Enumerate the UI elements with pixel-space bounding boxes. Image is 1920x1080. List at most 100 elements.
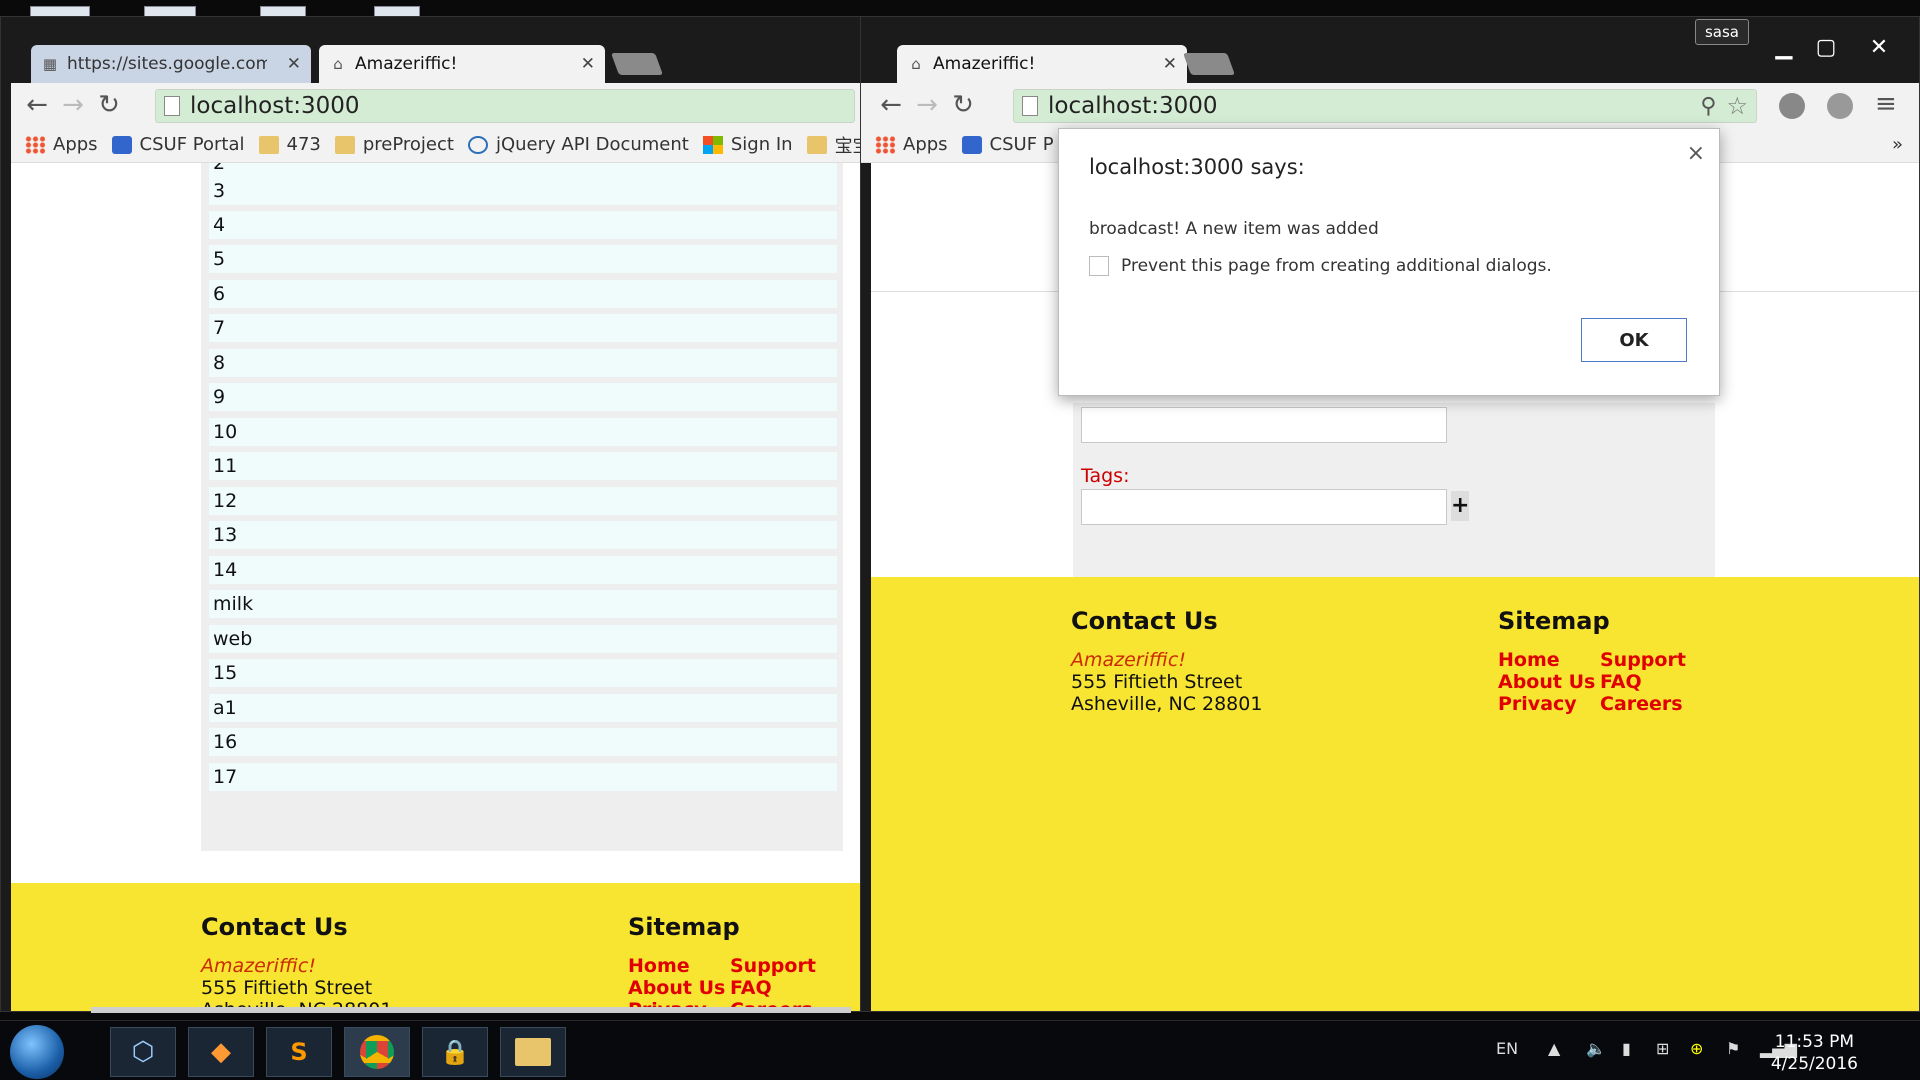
flag-icon[interactable]: ⚑ [1726, 1039, 1740, 1058]
vpn-taskbar-icon[interactable]: 🔒 [422, 1027, 488, 1077]
bookmark-label: 473 [286, 134, 321, 155]
list-item: 8 [209, 349, 837, 377]
bookmark-473[interactable]: 473 [258, 134, 321, 155]
close-window-icon[interactable]: ✕ [1859, 35, 1899, 60]
footer-link-faq[interactable]: FAQ [1600, 671, 1642, 693]
url-text: localhost:3000 [190, 93, 360, 119]
system-clock[interactable]: 11:53 PM 4/25/2016 [1771, 1031, 1858, 1075]
footer-link-faq[interactable]: FAQ [730, 977, 772, 999]
folder-icon [806, 135, 827, 154]
footer-link-about[interactable]: About Us [1498, 671, 1595, 693]
bookmark-label: Apps [903, 134, 948, 155]
address-line: 555 Fiftieth Street [1071, 671, 1243, 693]
list-item: 12 [209, 487, 837, 515]
page-icon: ⌂ [911, 55, 921, 73]
page-icon [164, 96, 180, 116]
close-tab-icon[interactable]: ✕ [569, 54, 595, 74]
start-button[interactable] [10, 1025, 64, 1079]
back-icon[interactable]: ← [19, 87, 55, 123]
profile-badge[interactable]: sasa [1695, 19, 1749, 45]
page-icon [1022, 96, 1038, 116]
bookmark-apps[interactable]: Apps [875, 134, 948, 155]
bookmark-jquery[interactable]: jQuery API Document [467, 134, 689, 155]
tags-input[interactable] [1081, 489, 1447, 525]
app-taskbar-icon[interactable]: ◆ [188, 1027, 254, 1077]
list-item: a1 [209, 694, 837, 722]
extension-icon[interactable] [1827, 93, 1853, 119]
folder-icon [334, 135, 355, 154]
close-icon[interactable]: × [1687, 141, 1705, 166]
add-button[interactable]: + [1451, 491, 1469, 521]
left-tab-strip: ▦ https://sites.google.com/s ✕ ⌂ Amazeri… [1, 17, 861, 83]
volume-icon[interactable]: 🔈 [1586, 1039, 1606, 1058]
address-bar[interactable]: localhost:3000 ⚲ ☆ [1013, 89, 1757, 123]
sublime-taskbar-icon[interactable]: S [266, 1027, 332, 1077]
update-icon[interactable]: ⊕ [1690, 1039, 1703, 1058]
forward-icon[interactable]: → [55, 87, 91, 123]
bookmark-star-icon[interactable]: ☆ [1726, 92, 1748, 120]
bookmark-folder[interactable]: 宝宝 [806, 132, 861, 158]
bookmark-apps[interactable]: Apps [25, 134, 98, 155]
address-bar[interactable]: localhost:3000 [155, 89, 855, 123]
footer-link-support[interactable]: Support [1600, 649, 1686, 671]
bookmark-csuf-portal[interactable]: CSUF P [961, 134, 1054, 155]
reload-icon[interactable]: ↻ [91, 87, 127, 123]
left-toolbar: ← → ↻ localhost:3000 [11, 83, 861, 127]
footer-link-privacy[interactable]: Privacy [1498, 693, 1577, 715]
horizontal-scrollbar[interactable] [91, 1007, 851, 1013]
bookmark-label: Sign In [730, 134, 793, 155]
forward-icon[interactable]: → [909, 87, 945, 123]
close-tab-icon[interactable]: ✕ [1151, 54, 1177, 74]
list-item: 16 [209, 728, 837, 756]
extension-icon[interactable] [1779, 93, 1805, 119]
contact-heading: Contact Us [1071, 607, 1218, 635]
reload-icon[interactable]: ↻ [945, 87, 981, 123]
explorer-taskbar-icon[interactable] [500, 1027, 566, 1077]
portal-icon [961, 135, 982, 154]
prevent-dialogs-checkbox[interactable] [1089, 256, 1109, 276]
description-input[interactable] [1081, 407, 1447, 443]
bookmark-label: CSUF P [989, 134, 1054, 155]
bookmark-sign-in[interactable]: Sign In [702, 134, 793, 155]
zoom-icon[interactable]: ⚲ [1700, 94, 1716, 119]
footer-link-about[interactable]: About Us [628, 977, 725, 999]
clock-time: 11:53 PM [1774, 1032, 1855, 1052]
footer-link-careers[interactable]: Careers [1600, 693, 1683, 715]
contact-heading: Contact Us [201, 913, 348, 941]
list-item: 6 [209, 280, 837, 308]
virtualbox-taskbar-icon[interactable]: ⬡ [110, 1027, 176, 1077]
list-item: 3 [209, 177, 837, 205]
minimize-icon[interactable]: ▁ [1769, 35, 1799, 60]
language-indicator[interactable]: EN [1496, 1039, 1518, 1058]
footer-link-support[interactable]: Support [730, 955, 816, 977]
close-tab-icon[interactable]: ✕ [275, 54, 301, 74]
tab-google-sites[interactable]: ▦ https://sites.google.com/s ✕ [31, 45, 311, 83]
tab-label: https://sites.google.com/s [67, 54, 267, 74]
list-item: 9 [209, 383, 837, 411]
bookmarks-overflow-icon[interactable]: » [1892, 134, 1903, 155]
maximize-icon[interactable]: ▢ [1811, 35, 1841, 60]
new-tab-button[interactable] [610, 53, 664, 75]
bookmark-label: 宝宝 [834, 135, 861, 157]
clock-date: 4/25/2016 [1770, 1054, 1858, 1074]
list-item: 14 [209, 556, 837, 584]
list-item: 4 [209, 211, 837, 239]
chrome-taskbar-icon[interactable] [344, 1027, 410, 1077]
device-icon[interactable]: ▮ [1622, 1039, 1631, 1058]
footer-link-home[interactable]: Home [628, 955, 690, 977]
bookmark-csuf-portal[interactable]: CSUF Portal [111, 134, 245, 155]
checkbox-label[interactable]: Prevent this page from creating addition… [1121, 256, 1552, 276]
right-tab-strip: ⌂ Amazeriffic! ✕ sasa ▁ ▢ ✕ [861, 17, 1919, 83]
tab-amazeriffic[interactable]: ⌂ Amazeriffic! ✕ [897, 45, 1187, 83]
tab-amazeriffic[interactable]: ⌂ Amazeriffic! ✕ [319, 45, 605, 83]
windows-icon[interactable]: ⊞ [1656, 1039, 1669, 1058]
back-icon[interactable]: ← [873, 87, 909, 123]
show-hidden-icons[interactable]: ▲ [1548, 1039, 1560, 1058]
menu-icon[interactable]: ≡ [1875, 89, 1897, 119]
new-tab-button[interactable] [1182, 53, 1236, 75]
bookmark-label: preProject [362, 134, 454, 155]
ok-button[interactable]: OK [1581, 318, 1687, 362]
list-item: 5 [209, 245, 837, 273]
footer-link-home[interactable]: Home [1498, 649, 1560, 671]
bookmark-preproject[interactable]: preProject [334, 134, 454, 155]
